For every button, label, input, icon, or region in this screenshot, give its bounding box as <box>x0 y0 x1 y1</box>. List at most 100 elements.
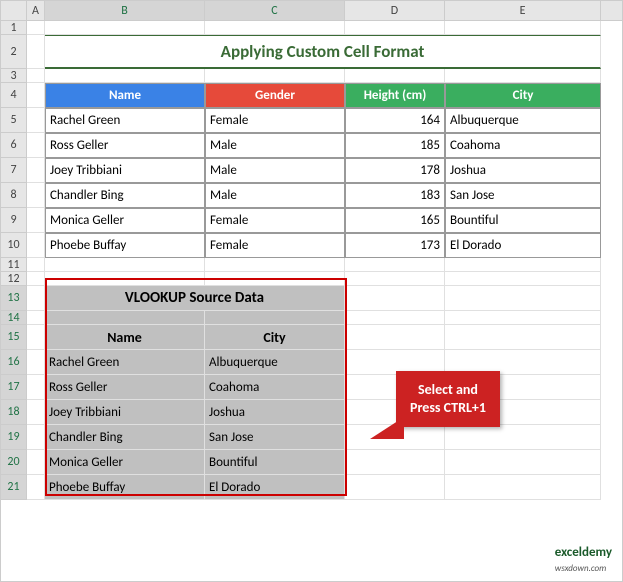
cell-gender[interactable]: Male <box>205 158 345 183</box>
vlookup-city[interactable]: Joshua <box>205 400 345 425</box>
cell[interactable] <box>27 325 45 350</box>
cell-name[interactable]: Chandler Bing <box>45 183 205 208</box>
vlookup-name[interactable]: Joey Tribbiani <box>45 400 205 425</box>
cell[interactable] <box>27 183 45 208</box>
cell-name[interactable]: Ross Geller <box>45 133 205 158</box>
row-header-14[interactable]: 14 <box>1 311 27 325</box>
cell[interactable] <box>45 69 205 83</box>
cell[interactable] <box>27 108 45 133</box>
table-header-gender[interactable]: Gender <box>205 83 345 108</box>
cell-city[interactable]: Albuquerque <box>445 108 601 133</box>
vlookup-name[interactable]: Rachel Green <box>45 350 205 375</box>
vlookup-name[interactable]: Ross Geller <box>45 375 205 400</box>
row-header-8[interactable]: 8 <box>1 183 27 208</box>
vlookup-name[interactable]: Phoebe Buffay <box>45 475 205 500</box>
vlookup-city[interactable]: Bountiful <box>205 450 345 475</box>
row-header-20[interactable]: 20 <box>1 450 27 475</box>
vlookup-header-name[interactable]: Name <box>45 325 205 350</box>
cell[interactable] <box>27 350 45 375</box>
row-header-4[interactable]: 4 <box>1 83 27 108</box>
cell[interactable] <box>27 258 45 272</box>
cell-height[interactable]: 185 <box>345 133 445 158</box>
cell-name[interactable]: Rachel Green <box>45 108 205 133</box>
row-header-19[interactable]: 19 <box>1 425 27 450</box>
table-header-height[interactable]: Height (cm) <box>345 83 445 108</box>
cell[interactable] <box>345 325 445 350</box>
cell-gender[interactable]: Male <box>205 133 345 158</box>
cell[interactable] <box>445 69 601 83</box>
cell[interactable] <box>345 286 445 311</box>
cell[interactable] <box>345 69 445 83</box>
cell-gender[interactable]: Female <box>205 208 345 233</box>
cell[interactable] <box>205 258 345 272</box>
row-header-17[interactable]: 17 <box>1 375 27 400</box>
row-header-16[interactable]: 16 <box>1 350 27 375</box>
row-header-2[interactable]: 2 <box>1 35 27 69</box>
cell[interactable] <box>27 69 45 83</box>
cell-height[interactable]: 173 <box>345 233 445 258</box>
cell[interactable] <box>27 311 45 325</box>
row-header-1[interactable]: 1 <box>1 21 27 35</box>
cell[interactable] <box>445 425 601 450</box>
spreadsheet[interactable]: A B C D E 1 2 Applying Custom Cell Forma… <box>1 1 622 581</box>
cell[interactable] <box>445 325 601 350</box>
vlookup-name[interactable]: Monica Geller <box>45 450 205 475</box>
row-header-18[interactable]: 18 <box>1 400 27 425</box>
cell[interactable] <box>345 21 445 35</box>
cell-name[interactable]: Monica Geller <box>45 208 205 233</box>
cell[interactable] <box>27 158 45 183</box>
table-header-city[interactable]: City <box>445 83 601 108</box>
row-header-5[interactable]: 5 <box>1 108 27 133</box>
row-header-3[interactable]: 3 <box>1 69 27 83</box>
vlookup-city[interactable]: Albuquerque <box>205 350 345 375</box>
cell[interactable] <box>205 311 345 325</box>
cell[interactable] <box>445 450 601 475</box>
cell-city[interactable]: El Dorado <box>445 233 601 258</box>
cell[interactable] <box>345 272 445 286</box>
table-header-name[interactable]: Name <box>45 83 205 108</box>
cell[interactable] <box>27 400 45 425</box>
vlookup-city[interactable]: San Jose <box>205 425 345 450</box>
vlookup-name[interactable]: Chandler Bing <box>45 425 205 450</box>
cell[interactable] <box>27 21 45 35</box>
cell-city[interactable]: San Jose <box>445 183 601 208</box>
cell-height[interactable]: 165 <box>345 208 445 233</box>
row-header-21[interactable]: 21 <box>1 475 27 500</box>
cell[interactable] <box>345 258 445 272</box>
row-header-7[interactable]: 7 <box>1 158 27 183</box>
cell-name[interactable]: Phoebe Buffay <box>45 233 205 258</box>
cell[interactable] <box>205 272 345 286</box>
vlookup-city[interactable]: El Dorado <box>205 475 345 500</box>
cell[interactable] <box>27 83 45 108</box>
row-header-6[interactable]: 6 <box>1 133 27 158</box>
cell-city[interactable]: Coahoma <box>445 133 601 158</box>
page-title[interactable]: Applying Custom Cell Format <box>45 35 601 69</box>
cell[interactable] <box>27 425 45 450</box>
vlookup-title[interactable]: VLOOKUP Source Data <box>45 286 345 311</box>
cell[interactable] <box>445 311 601 325</box>
cell[interactable] <box>45 272 205 286</box>
row-header-15[interactable]: 15 <box>1 325 27 350</box>
cell-city[interactable]: Joshua <box>445 158 601 183</box>
select-all-corner[interactable] <box>1 1 27 20</box>
cell[interactable] <box>45 258 205 272</box>
col-header-d[interactable]: D <box>345 1 445 20</box>
cell[interactable] <box>27 286 45 311</box>
cell[interactable] <box>27 35 45 69</box>
cell[interactable] <box>27 272 45 286</box>
cell[interactable] <box>27 208 45 233</box>
cell[interactable] <box>27 375 45 400</box>
cell-gender[interactable]: Male <box>205 183 345 208</box>
cell[interactable] <box>45 21 205 35</box>
cell[interactable] <box>345 450 445 475</box>
cell[interactable] <box>27 475 45 500</box>
cell-height[interactable]: 178 <box>345 158 445 183</box>
cell[interactable] <box>27 450 45 475</box>
cell[interactable] <box>445 21 601 35</box>
vlookup-header-city[interactable]: City <box>205 325 345 350</box>
col-header-b[interactable]: B <box>45 1 205 20</box>
cell[interactable] <box>205 21 345 35</box>
vlookup-city[interactable]: Coahoma <box>205 375 345 400</box>
row-header-12[interactable]: 12 <box>1 272 27 286</box>
row-header-13[interactable]: 13 <box>1 286 27 311</box>
